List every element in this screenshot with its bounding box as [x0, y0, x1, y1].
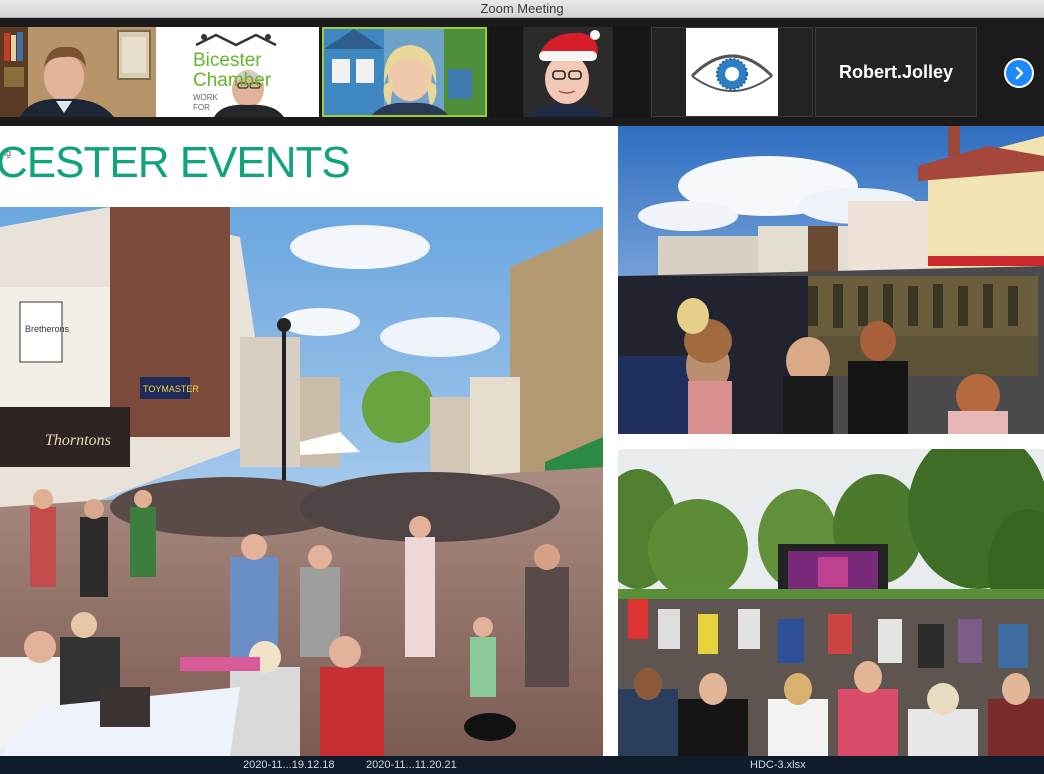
bottom-file-bar: 2020-11...19.12.18 2020-11...11.20.21 HD…: [0, 756, 1044, 774]
shop-sign-bretherons: Bretherons: [25, 324, 70, 334]
chamber-logo-text: Bicester: [193, 50, 262, 71]
military-parade-image: [618, 126, 1044, 434]
eye-icon: [690, 54, 774, 92]
file-label-2[interactable]: 2020-11...11.20.21: [366, 756, 457, 774]
participant-video-3: [324, 29, 485, 115]
shared-screen: ng CESTER EVENTS Bretherons Thorntons TO…: [0, 126, 1044, 756]
next-participants-button[interactable]: [1004, 58, 1034, 88]
participant-tile-1[interactable]: [0, 27, 156, 117]
photo-gutter: [603, 126, 618, 756]
chevron-right-icon: [1015, 66, 1024, 80]
chamber-logo-sub-2: FOR: [193, 103, 210, 112]
chamber-logo-text-2: Chamber: [193, 71, 271, 91]
participant-name: Robert.Jolley: [838, 61, 954, 82]
window-title-bar: Zoom Meeting: [0, 0, 1044, 18]
eye-logo-panel: [686, 28, 778, 116]
participant-tile-5[interactable]: [651, 27, 813, 117]
street-market-image: Bretherons Thorntons TOYMASTER: [0, 207, 603, 756]
participant-tile-6[interactable]: Robert.Jolley: [815, 27, 977, 117]
participant-video-4: [489, 27, 649, 117]
photo-street-market: Bretherons Thorntons TOYMASTER: [0, 207, 603, 756]
photo-military-parade: [618, 126, 1044, 434]
participant-tile-3-active-speaker[interactable]: [322, 27, 487, 117]
slide-title: CESTER EVENTS: [0, 138, 351, 187]
participant-video-1: [0, 27, 156, 117]
outdoor-concert-image: [618, 449, 1044, 756]
participant-strip: Bicester Chamber WORK FOR Robert.Jolley: [0, 18, 1044, 126]
shop-sign-thorntons: Thorntons: [45, 432, 111, 449]
window-title: Zoom Meeting: [480, 1, 564, 16]
participant-tile-2[interactable]: Bicester Chamber WORK FOR: [156, 27, 319, 117]
photo-outdoor-concert: [618, 449, 1044, 756]
file-label-3[interactable]: HDC-3.xlsx: [750, 756, 806, 774]
participant-tile-4[interactable]: [489, 27, 649, 117]
shop-sign-toymaster: TOYMASTER: [143, 384, 199, 394]
file-label-1[interactable]: 2020-11...19.12.18: [243, 756, 335, 774]
chamber-logo-sub-1: WORK: [193, 93, 218, 102]
chamber-logo-word: Chamber: [193, 70, 272, 91]
